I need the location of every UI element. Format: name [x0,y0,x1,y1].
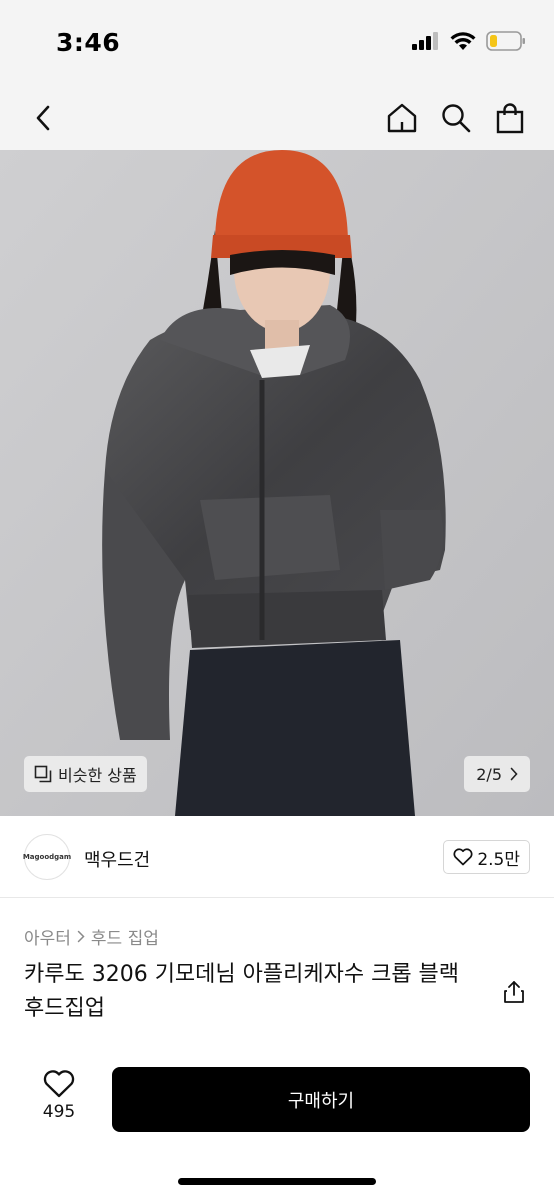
shop-like-count: 2.5만 [477,849,520,870]
shop-avatar-logo-text: Magoodgam [22,853,72,861]
chevron-right-icon [77,930,85,943]
similar-products-button[interactable]: 비슷한 상품 [24,756,147,792]
status-time: 3:46 [56,28,121,57]
heart-icon [453,848,473,866]
wifi-icon [450,31,476,50]
home-icon [387,103,417,133]
share-button[interactable] [500,976,528,1008]
home-button[interactable] [384,96,420,140]
battery-icon [486,31,525,51]
wishlist-button[interactable]: 495 [30,1070,88,1122]
similar-products-label: 비슷한 상품 [58,766,137,785]
bottom-action-bar: 495 구매하기 [0,1050,554,1200]
status-icons [412,31,526,51]
home-indicator [178,1178,376,1185]
nav-bar [0,88,554,150]
product-image-carousel[interactable]: 비슷한 상품 2/5 [0,150,554,816]
search-button[interactable] [438,96,474,140]
buy-button[interactable]: 구매하기 [112,1067,530,1132]
heart-icon [43,1070,75,1098]
search-icon [442,104,471,133]
product-title: 카루도 3206 기모데님 아플리케자수 크롭 블랙 후드집업 [24,962,460,1021]
wishlist-count: 495 [42,1102,76,1122]
share-icon [504,981,524,1003]
cart-button[interactable] [492,96,528,140]
breadcrumb-item-hood-zipup[interactable]: 후드 집업 [91,924,159,949]
shop-avatar[interactable]: Magoodgam [22,834,72,880]
shop-name[interactable]: 맥우드건 [84,846,150,872]
product-photo [0,150,554,816]
shop-row: Magoodgam 맥우드건 2.5만 [0,816,554,898]
shop-follow-button[interactable]: 2.5만 [443,840,530,874]
shopping-bag-icon [496,103,524,134]
back-button[interactable] [26,96,60,140]
nav-actions [384,96,528,140]
page-indicator: 2/5 [476,764,502,784]
chevron-right-icon [510,767,518,781]
similar-items-icon [34,765,52,783]
back-chevron-icon [36,105,50,131]
image-page-counter[interactable]: 2/5 [464,756,530,792]
status-bar: 3:46 [0,0,554,88]
breadcrumb-item-outer[interactable]: 아우터 [24,924,71,949]
category-breadcrumb: 아우터 후드 집업 [24,924,159,949]
cellular-signal-icon [412,32,438,50]
